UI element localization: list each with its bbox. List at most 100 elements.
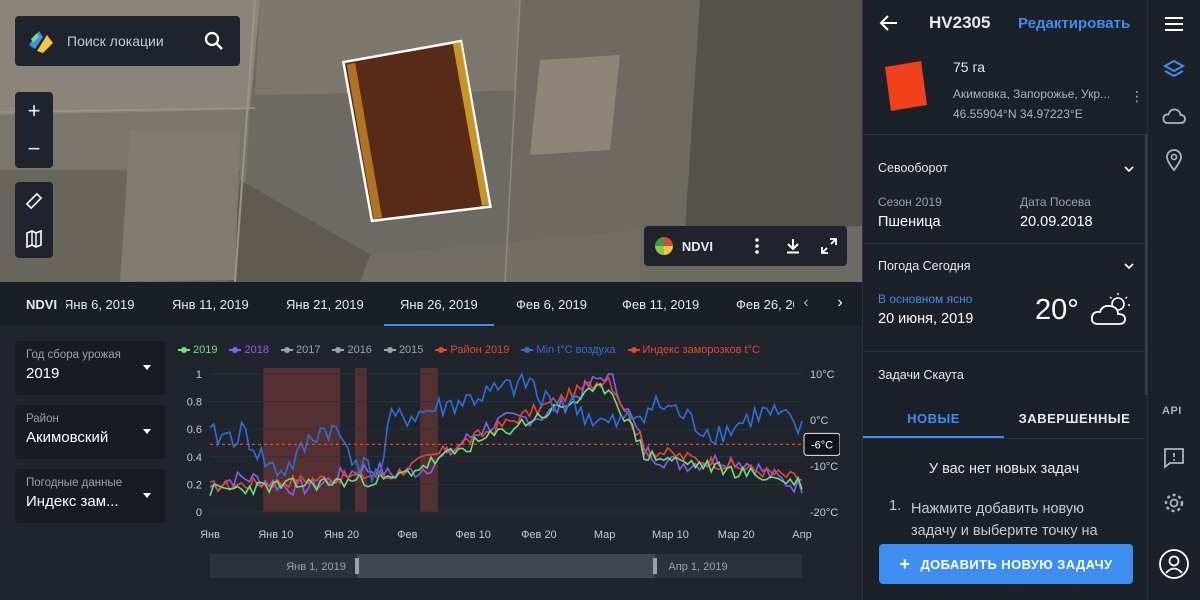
y-tick-label: 0.4	[187, 452, 202, 464]
legend-item[interactable]: Район 2019	[435, 344, 509, 356]
zoom-out-button[interactable]: −	[15, 130, 53, 168]
ndvi-chart: 1 0.8 0.6 0.4 0.2 0 10°C 0°C -10°C -20°C Янв Янв 10…	[187, 368, 840, 578]
ruler-button[interactable]	[15, 182, 53, 220]
legend-label: Индекс заморозков t°C	[642, 344, 760, 356]
edit-button[interactable]: Редактировать	[1018, 15, 1130, 32]
date-item[interactable]: Фев 11, 2019	[622, 297, 699, 312]
settings-gear-icon[interactable]	[1162, 491, 1186, 515]
section-title: Севооборот	[878, 161, 948, 175]
back-arrow-icon[interactable]	[878, 12, 900, 34]
x-tick-label: Янв	[200, 529, 220, 541]
x-tick-label: Янв 10	[258, 529, 293, 541]
y-right-tick-label: -20°C	[810, 507, 838, 519]
layers-icon[interactable]	[1162, 58, 1186, 82]
x-tick-label: Фев 20	[521, 529, 557, 541]
search-icon[interactable]	[202, 29, 226, 53]
analytics-panel: Год сбора урожая 2019 Район Акимовский П…	[0, 326, 862, 600]
date-item[interactable]: Янв 6, 2019	[66, 297, 134, 312]
tab-new[interactable]: НОВЫЕ	[863, 397, 1004, 438]
zoom-controls: + −	[15, 92, 53, 168]
caret-down-icon	[143, 365, 151, 370]
season-value: Пшеница	[878, 214, 941, 230]
field-area: 75 га	[953, 59, 986, 75]
zoom-in-button[interactable]: +	[15, 92, 53, 130]
y-tick-label: 0.2	[187, 479, 202, 491]
satellite-map[interactable]: Поиск локации + − NDVI	[0, 0, 862, 282]
caret-down-icon	[143, 493, 151, 498]
range-selection	[357, 554, 655, 578]
step-text: Нажмите добавить новую задачу и выберите…	[911, 501, 1098, 539]
x-tick-label: Мар	[594, 529, 616, 541]
range-end-label: Апр 1, 2019	[668, 561, 727, 573]
range-start-label: Янв 1, 2019	[286, 561, 346, 573]
download-icon[interactable]	[775, 226, 811, 266]
app-root: Поиск локации + − NDVI NDVI Янв 6, 2019 …	[0, 0, 1200, 600]
map-icon	[26, 230, 42, 248]
menu-icon[interactable]	[1162, 12, 1186, 36]
field-details-panel: HV2305 Редактировать 75 га Акимовка, Зап…	[862, 0, 1148, 600]
field-id: HV2305	[929, 13, 991, 32]
more-vert-icon[interactable]: ⋮	[1130, 88, 1144, 105]
fullscreen-icon[interactable]	[811, 226, 847, 266]
search-input[interactable]: Поиск локации	[67, 33, 202, 49]
timeline-dates: Янв 6, 2019 Янв 11, 2019 Янв 21, 2019 Ян…	[66, 282, 794, 326]
legend-item[interactable]: 2019	[178, 344, 217, 356]
weather-data-select[interactable]: Погодные данные Индекс зам...	[15, 469, 165, 523]
y-right-tick-label: 10°C	[810, 369, 835, 381]
legend-item[interactable]: Min t°C воздуха	[521, 344, 616, 356]
date-item[interactable]: Янв 11, 2019	[172, 297, 249, 312]
crop-rotation-section: Севооборот Сезон 2019 Пшеница Дата Посев…	[863, 135, 1145, 244]
map-layers-button[interactable]	[15, 220, 53, 258]
chevron-down-icon[interactable]	[1123, 260, 1135, 272]
field-ndvi-overlay[interactable]	[335, 25, 503, 237]
district-select-value: Акимовский	[26, 429, 109, 446]
legend-item[interactable]: 2018	[229, 344, 269, 356]
add-task-button[interactable]: + ДОБАВИТЬ НОВУЮ ЗАДАЧУ	[879, 544, 1133, 584]
date-item-active[interactable]: Янв 26, 2019	[384, 282, 494, 326]
cloud-icon[interactable]	[1162, 104, 1186, 128]
weather-data-label: Погодные данные	[26, 477, 123, 489]
legend-swatch-icon	[229, 347, 242, 353]
more-vert-icon[interactable]	[740, 226, 776, 266]
date-item[interactable]: Янв 21, 2019	[286, 297, 364, 312]
date-timeline: NDVI Янв 6, 2019 Янв 11, 2019 Янв 21, 20…	[0, 282, 862, 326]
legend-item[interactable]: 2017	[280, 344, 320, 356]
chevron-down-icon[interactable]	[1123, 163, 1135, 175]
add-task-label: ДОБАВИТЬ НОВУЮ ЗАДАЧУ	[920, 556, 1113, 572]
ndvi-palette-icon	[655, 237, 673, 255]
x-tick-label: Апр	[792, 529, 811, 541]
weather-section: Погода Сегодня В основном ясно 20 июня, …	[863, 244, 1145, 352]
threshold-label: -6°C	[811, 439, 833, 451]
layer-label[interactable]: NDVI	[682, 239, 740, 254]
legend-item[interactable]: 2015	[383, 344, 423, 356]
y-tick-label: 0	[196, 507, 202, 519]
tool-controls	[15, 182, 53, 258]
year-select[interactable]: Год сбора урожая 2019	[15, 341, 165, 395]
legend-label: Min t°C воздуха	[536, 344, 616, 356]
date-item[interactable]: Фев 26, 2019	[736, 297, 794, 312]
legend-item[interactable]: Индекс заморозков t°C	[627, 344, 760, 356]
range-handle-end	[653, 558, 657, 574]
timeline-next-icon[interactable]: ›	[830, 294, 850, 314]
legend-item[interactable]: 2016	[332, 344, 372, 356]
location-search[interactable]: Поиск локации	[15, 16, 240, 66]
year-select-value: 2019	[26, 365, 60, 382]
district-select[interactable]: Район Акимовский	[15, 405, 165, 459]
location-pin-icon[interactable]	[1162, 148, 1186, 172]
user-avatar-icon[interactable]	[1159, 549, 1189, 579]
feedback-icon[interactable]	[1162, 446, 1186, 470]
y-tick-label: 1	[196, 369, 202, 381]
legend-swatch-icon	[178, 347, 190, 353]
date-item[interactable]: Фев 6, 2019	[516, 297, 587, 312]
empty-tasks-title: У вас нет новых задач	[928, 461, 1080, 477]
tab-completed[interactable]: ЗАВЕРШЕННЫЕ	[1004, 397, 1145, 438]
timeline-prev-icon[interactable]: ‹	[796, 294, 816, 314]
legend-swatch-icon	[332, 347, 345, 353]
field-coordinates: 46.55904°N 34.97223°E	[953, 107, 1083, 121]
weather-condition: В основном ясно	[878, 292, 973, 306]
api-link[interactable]: API	[1162, 405, 1182, 417]
x-tick-label: Фев 10	[455, 529, 491, 541]
field-shape-thumbnail	[885, 61, 927, 111]
step-number: 1.	[889, 498, 902, 514]
weather-temperature: 20°	[1035, 294, 1079, 326]
